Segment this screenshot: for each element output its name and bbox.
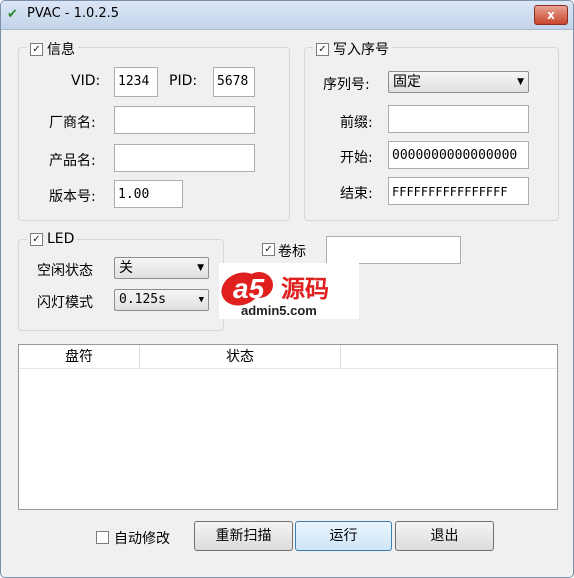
vid-input[interactable]: 1234 [114,67,158,97]
led-legend-label: LED [47,231,75,247]
led-group-legend: ✓ LED [27,231,78,247]
info-group-legend: ✓ 信息 [27,39,78,59]
admin5-logo-graphic: a5 源码 admin5.com [221,272,329,318]
column-header-drive[interactable]: 盘符 [19,345,140,369]
svg-text:源码: 源码 [281,275,329,303]
idle-select[interactable]: 关 ▼ [114,257,209,279]
serial-legend-label: 写入序号 [333,42,389,58]
column-header-empty [341,345,557,369]
drive-table[interactable]: 盘符 状态 [18,344,558,510]
chevron-down-icon: ▼ [198,295,204,305]
led-checkbox[interactable]: ✓ [30,232,43,246]
serial-mode-value: 固定 [393,74,421,90]
end-label: 结束: [340,186,373,202]
start-label: 开始: [340,150,373,166]
exit-button[interactable]: 退出 [395,521,494,551]
vid-label: VID: [71,73,101,89]
led-group: ✓ LED [18,231,224,331]
rescan-button[interactable]: 重新扫描 [194,521,293,551]
idle-value: 关 [119,260,133,276]
prefix-label: 前缀: [340,115,373,131]
svg-text:a5: a5 [233,273,265,304]
blink-value: 0.125s [119,292,166,307]
admin5-logo: a5 源码 admin5.com [219,263,359,319]
volume-input[interactable] [326,236,461,264]
app-check-icon: ✔ [7,7,18,22]
app-window: ✔ PVAC - 1.0.2.5 x ✓ 信息 VID: 1234 PID: 5… [0,0,574,578]
product-label: 产品名: [49,153,96,169]
version-label: 版本号: [49,189,96,205]
version-input[interactable]: 1.00 [114,180,183,208]
run-button[interactable]: 运行 [295,521,392,551]
serial-checkbox[interactable]: ✓ [316,42,329,56]
chevron-down-icon: ▼ [197,263,204,273]
auto-modify-label: 自动修改 [114,531,170,547]
start-input[interactable]: 0000000000000000 [388,141,529,169]
volume-label: 卷标 [278,244,306,260]
column-header-status[interactable]: 状态 [140,345,341,369]
idle-label: 空闲状态 [37,263,93,279]
blink-select[interactable]: 0.125s ▼ [114,289,209,311]
prefix-input[interactable] [388,105,529,133]
info-legend-label: 信息 [47,42,75,58]
volume-checkbox[interactable]: ✓ [262,243,275,256]
end-input[interactable]: FFFFFFFFFFFFFFFF [388,177,529,205]
svg-text:admin5.com: admin5.com [241,303,317,318]
info-checkbox[interactable]: ✓ [30,42,43,56]
pid-label: PID: [169,73,198,89]
serial-group-legend: ✓ 写入序号 [313,39,392,59]
vendor-input[interactable] [114,106,255,134]
window-title: PVAC - 1.0.2.5 [27,6,120,21]
title-bar: ✔ PVAC - 1.0.2.5 x [1,1,573,30]
serial-mode-select[interactable]: 固定 ▼ [388,71,529,93]
blink-label: 闪灯模式 [37,295,93,311]
pid-input[interactable]: 5678 [213,67,255,97]
vendor-label: 厂商名: [49,115,96,131]
auto-modify-checkbox[interactable] [96,531,109,544]
chevron-down-icon: ▼ [517,77,524,87]
close-button[interactable]: x [534,5,568,25]
serial-label: 序列号: [323,77,370,93]
product-input[interactable] [114,144,255,172]
